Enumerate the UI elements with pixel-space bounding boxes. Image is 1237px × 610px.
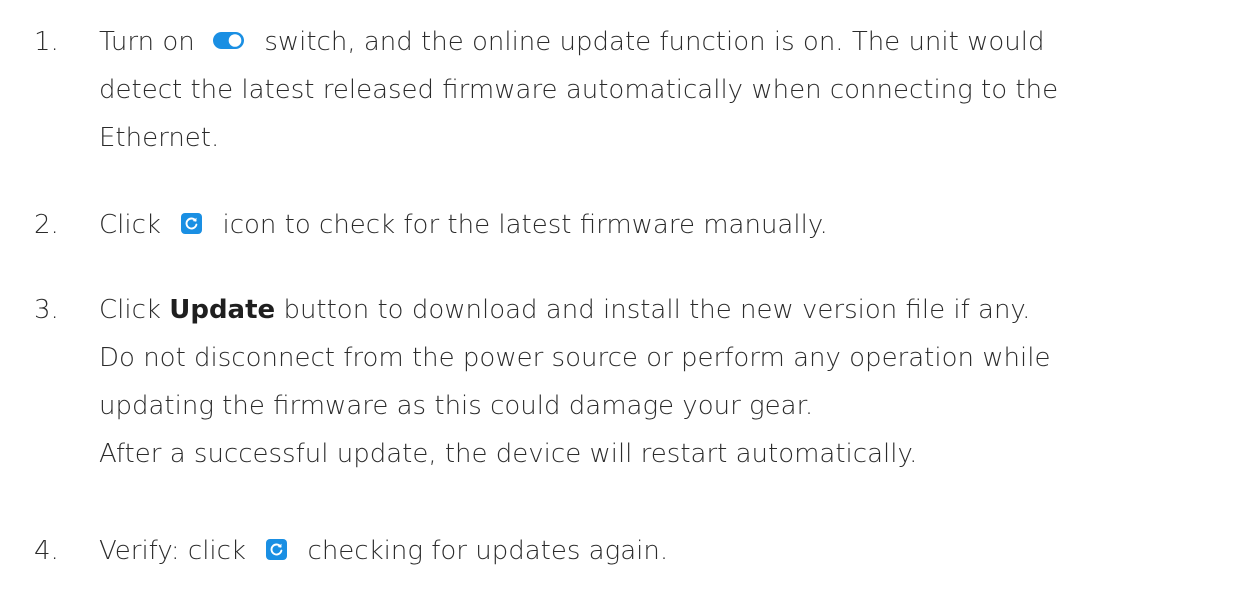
step-line: After a successful update, the device wi… — [99, 439, 918, 469]
step-number: 3. — [34, 295, 59, 325]
step-number: 4. — [34, 536, 59, 566]
step-text-segment: button to download and install the new v… — [283, 295, 1031, 325]
step-number: 2. — [34, 210, 59, 240]
step-text-segment: icon to check for the latest firmware ma… — [222, 210, 828, 240]
step-line: Do not disconnect from the power source … — [99, 343, 1051, 373]
refresh-icon — [181, 213, 203, 234]
step-number: 1. — [34, 27, 59, 57]
step-line: Click Update button to download and inst… — [99, 286, 1209, 334]
step-text: Click icon to check for the latest firmw… — [99, 201, 1209, 249]
step-line: Ethernet. — [99, 123, 220, 153]
step-text-segment: checking for updates again. — [307, 536, 669, 566]
step-line: detect the latest released firmware auto… — [99, 75, 1059, 105]
step-text: Click Update button to download and inst… — [99, 286, 1209, 478]
step-line: Verify: click checking for updates again… — [99, 527, 1209, 575]
toggle-switch-icon — [213, 32, 245, 49]
refresh-icon — [266, 539, 288, 560]
step-text-segment: Click — [99, 210, 161, 240]
step-line: Click icon to check for the latest firmw… — [99, 201, 1209, 249]
step-text: Turn on switch, and the online update fu… — [99, 18, 1209, 162]
update-button-label: Update — [169, 295, 276, 325]
step-text-segment: Verify: click — [99, 536, 246, 566]
step-text-segment: switch, and the online update function i… — [264, 27, 1045, 57]
step-text-segment: Click — [99, 295, 161, 325]
step-line: Turn on switch, and the online update fu… — [99, 18, 1209, 66]
instruction-list: 1. Turn on switch, and the online update… — [0, 0, 1237, 610]
step-line: updating the firmware as this could dama… — [99, 391, 814, 421]
step-text-segment: Turn on — [99, 27, 195, 57]
step-text: Verify: click checking for updates again… — [99, 527, 1209, 575]
